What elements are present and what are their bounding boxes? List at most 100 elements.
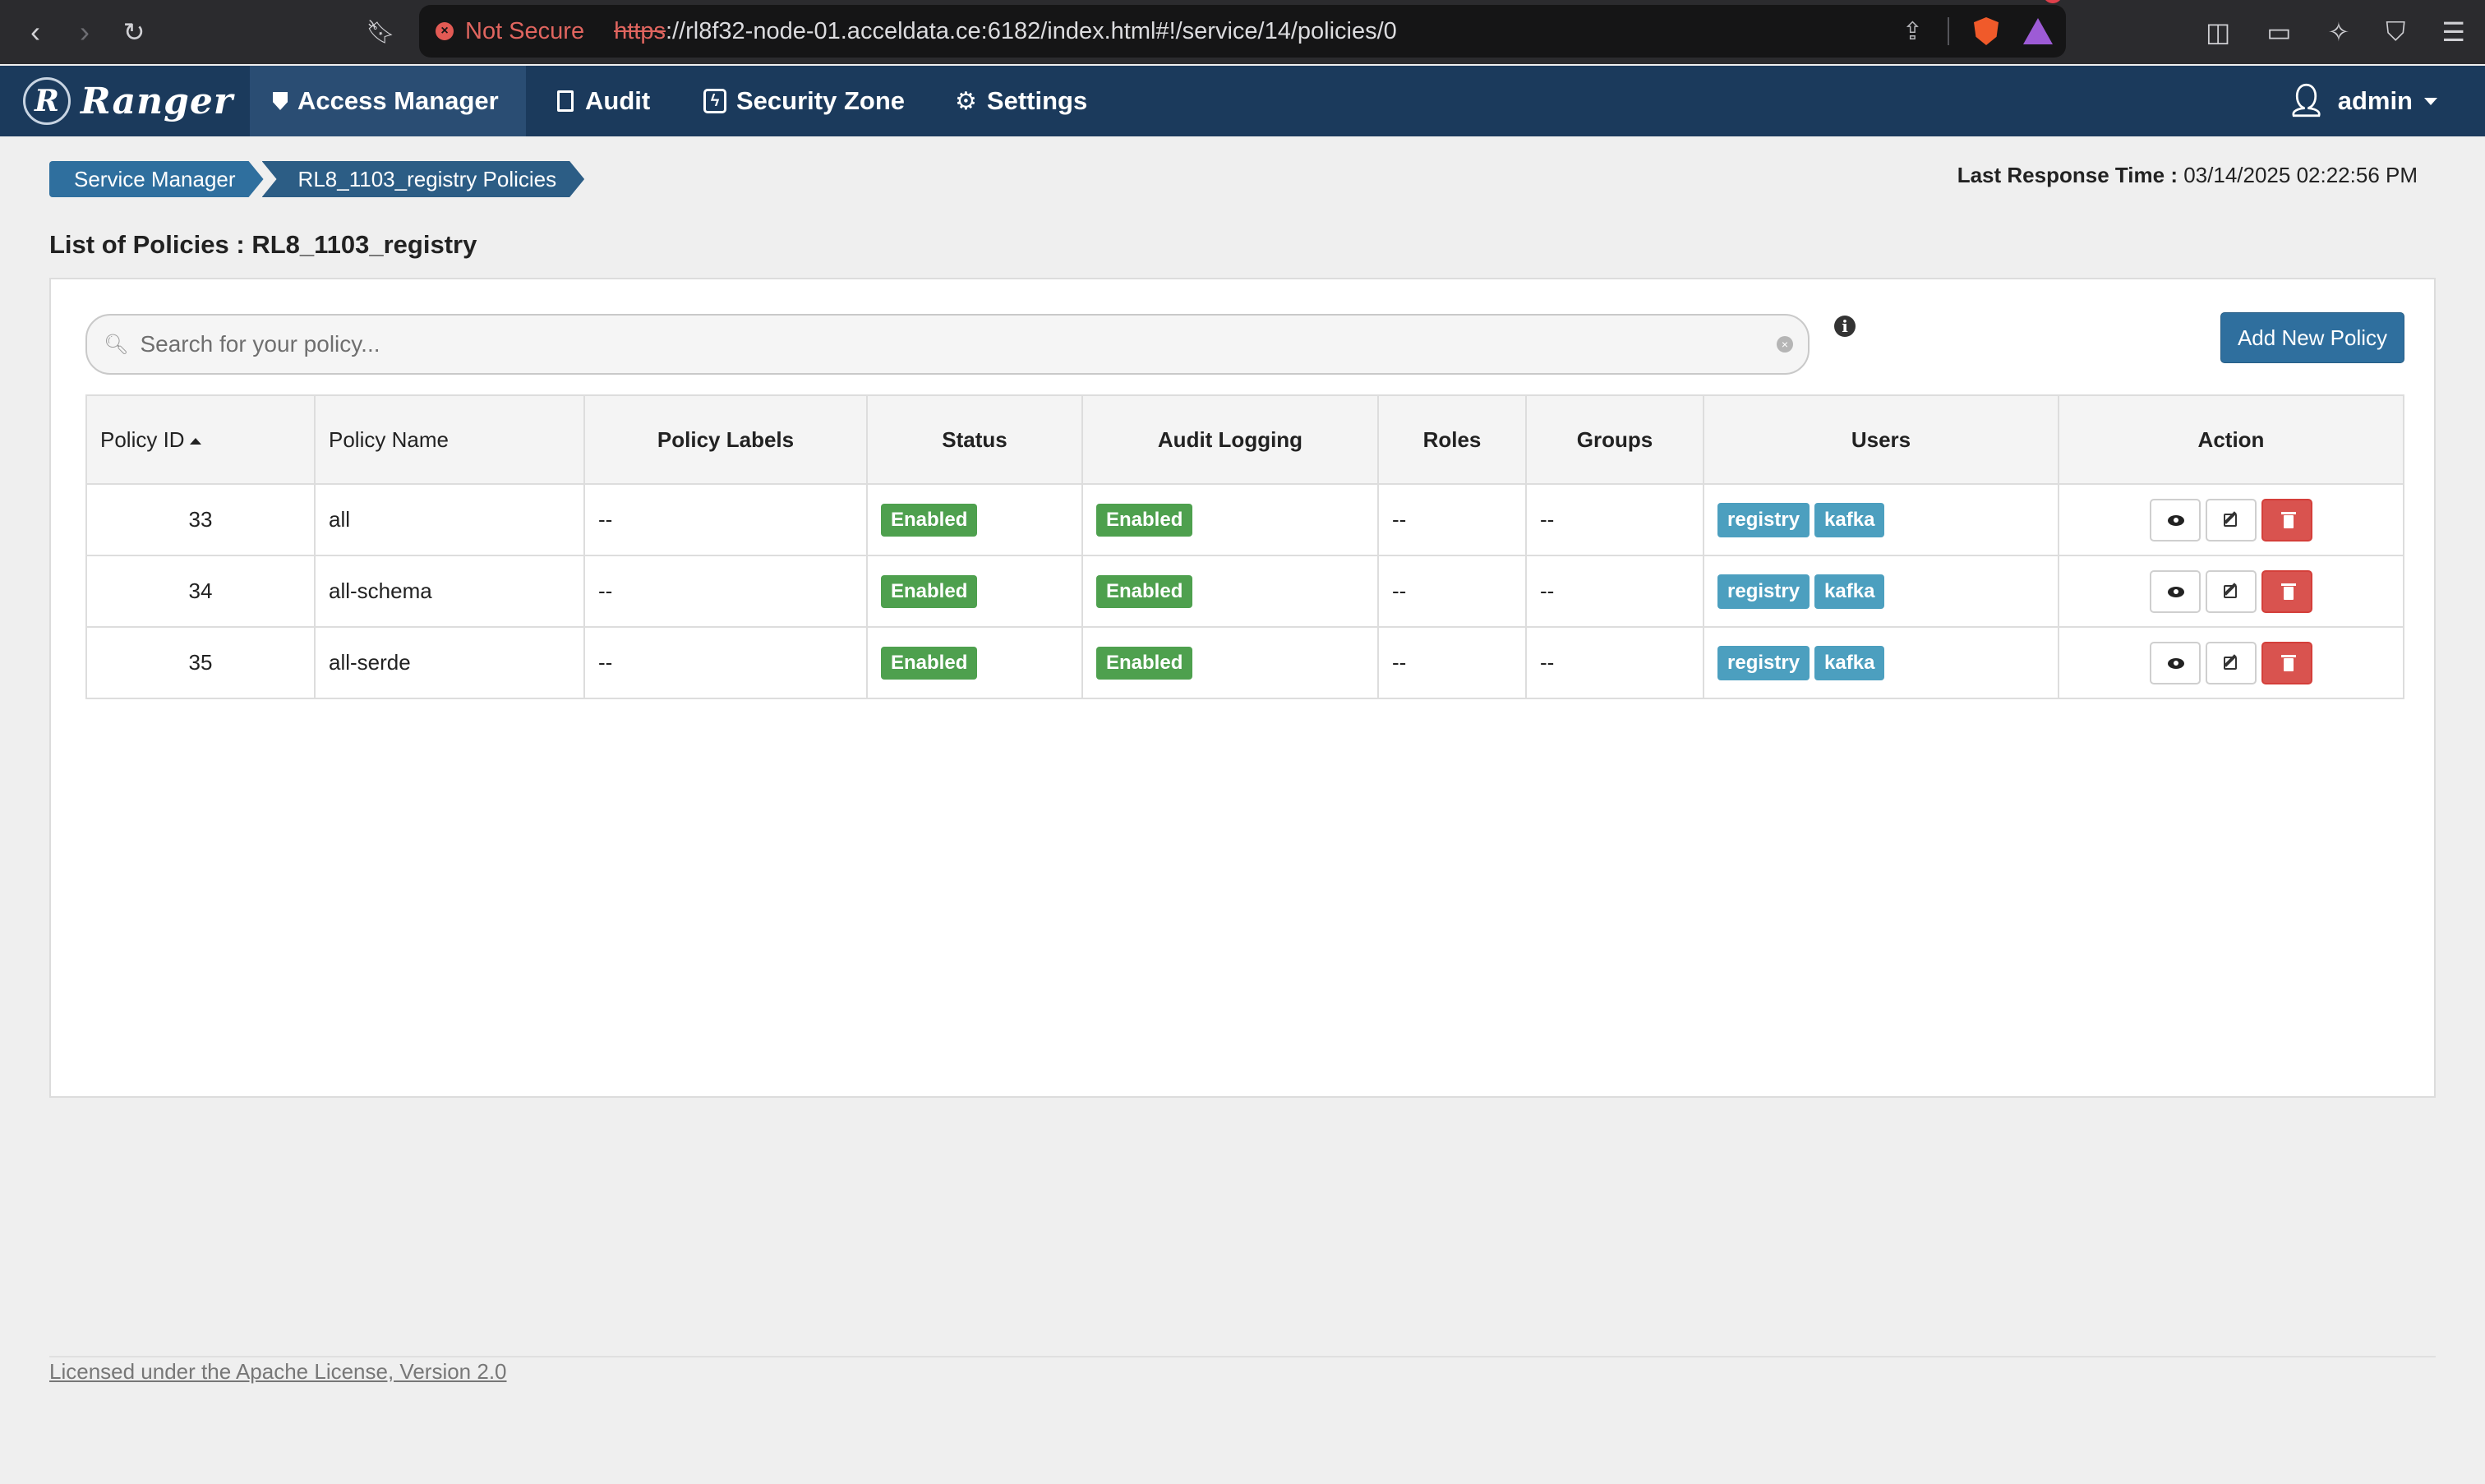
nav-label: Settings xyxy=(986,86,1088,115)
warning-icon: × xyxy=(436,22,454,40)
column-header-action: Action xyxy=(2058,394,2404,485)
audit-cell: Enabled xyxy=(1081,483,1379,556)
edit-policy-button[interactable] xyxy=(2206,641,2257,684)
nav-label: Audit xyxy=(585,86,651,115)
user-icon: 👤︎ xyxy=(2286,84,2326,118)
breadcrumb-policies[interactable]: RL8_1103_registry Policies xyxy=(262,161,585,197)
address-bar[interactable]: × Not Secure https://rl8f32-node-01.acce… xyxy=(419,0,2066,58)
groups: -- xyxy=(1525,483,1704,556)
column-header-policy-id[interactable]: Policy ID xyxy=(85,394,316,485)
brand[interactable]: R Ranger xyxy=(23,74,233,128)
view-policy-button[interactable] xyxy=(2150,641,2201,684)
roles: -- xyxy=(1377,555,1527,628)
url-text: ://rl8f32-node-01.acceldata.ce:6182/inde… xyxy=(665,17,1397,44)
nav-audit[interactable]: Audit xyxy=(534,66,673,136)
wallet-icon[interactable]: ▭ xyxy=(2266,16,2291,48)
brave-shield-icon[interactable] xyxy=(1974,17,1999,45)
footer-divider xyxy=(49,1356,2436,1357)
breadcrumb: Service Manager RL8_1103_registry Polici… xyxy=(49,161,584,197)
leo-ai-icon[interactable]: ✧ xyxy=(2327,16,2349,48)
back-icon[interactable]: ‹ xyxy=(15,12,56,53)
edit-policy-button[interactable] xyxy=(2206,569,2257,613)
column-header-status: Status xyxy=(866,394,1083,485)
edit-policy-button[interactable] xyxy=(2206,498,2257,542)
column-header-roles: Roles xyxy=(1377,394,1527,485)
page-title: List of Policies : RL8_1103_registry xyxy=(49,230,477,259)
policy-id-link[interactable]: 33 xyxy=(85,483,316,556)
username: admin xyxy=(2337,86,2413,115)
not-secure-label: Not Secure xyxy=(465,17,585,44)
add-new-policy-button[interactable]: Add New Policy xyxy=(2220,312,2404,363)
share-icon[interactable]: ⇪ xyxy=(1902,17,1923,46)
notification-badge: 1 xyxy=(2043,0,2063,3)
url-scheme: https xyxy=(614,17,666,44)
reload-icon[interactable]: ↻ xyxy=(113,12,154,53)
view-policy-button[interactable] xyxy=(2150,569,2201,613)
search-icon: 🔍︎ xyxy=(104,333,129,356)
forward-icon[interactable]: › xyxy=(64,12,105,53)
policy-labels: -- xyxy=(583,483,868,556)
policies-table: Policy ID Policy Name Policy Labels Stat… xyxy=(85,394,2404,699)
chevron-down-icon xyxy=(2424,97,2437,105)
user-tag: registry xyxy=(1717,574,1810,609)
status-badge: Enabled xyxy=(881,646,978,680)
delete-policy-button[interactable] xyxy=(2261,641,2312,684)
table-header-row: Policy ID Policy Name Policy Labels Stat… xyxy=(85,394,2404,485)
actions-cell xyxy=(2058,555,2404,628)
gear-icon: ⚙ xyxy=(955,87,977,115)
policy-name: all xyxy=(314,483,585,556)
search-box[interactable]: 🔍︎ × xyxy=(85,314,1810,375)
status-cell: Enabled xyxy=(866,483,1083,556)
audit-logging-badge: Enabled xyxy=(1096,503,1193,537)
brand-name: Ranger xyxy=(81,80,234,122)
audit-logging-badge: Enabled xyxy=(1096,646,1193,680)
nav-label: Security Zone xyxy=(736,86,905,115)
actions-cell xyxy=(2058,626,2404,699)
shield-icon xyxy=(273,92,288,110)
audit-cell: Enabled xyxy=(1081,555,1379,628)
clear-icon[interactable]: × xyxy=(1777,336,1793,353)
divider xyxy=(1948,17,1949,45)
last-response-label: Last Response Time : xyxy=(1957,163,2178,187)
status-cell: Enabled xyxy=(866,555,1083,628)
info-icon[interactable]: i xyxy=(1834,316,1856,337)
bookmark-icon[interactable]: 🔖︎ xyxy=(360,12,401,53)
nav-label: Access Manager xyxy=(297,86,499,115)
column-header-policy-labels: Policy Labels xyxy=(583,394,868,485)
roles: -- xyxy=(1377,483,1527,556)
sort-ascending-icon xyxy=(189,437,201,445)
breadcrumb-service-manager[interactable]: Service Manager xyxy=(49,161,264,197)
user-tag: kafka xyxy=(1814,645,1885,680)
column-header-policy-name[interactable]: Policy Name xyxy=(314,394,585,485)
nav-settings[interactable]: ⚙ Settings xyxy=(932,66,1110,136)
table-row: 33 all -- Enabled Enabled -- -- registry… xyxy=(85,483,2404,556)
nav-security-zone[interactable]: ϟ Security Zone xyxy=(680,66,928,136)
users-cell: registry kafka xyxy=(1703,626,2059,699)
table-row: 35 all-serde -- Enabled Enabled -- -- re… xyxy=(85,626,2404,699)
policy-id-link[interactable]: 34 xyxy=(85,555,316,628)
top-navbar: R Ranger Access Manager Audit ϟ Security… xyxy=(0,66,2485,136)
license-link[interactable]: Licensed under the Apache License, Versi… xyxy=(49,1359,507,1385)
ranger-logo-icon: R xyxy=(23,77,71,125)
last-response-time: Last Response Time : 03/14/2025 02:22:56… xyxy=(1957,163,2418,188)
delete-policy-button[interactable] xyxy=(2261,498,2312,542)
column-label: Policy ID xyxy=(100,426,185,452)
policy-id-link[interactable]: 35 xyxy=(85,626,316,699)
nav-access-manager[interactable]: Access Manager xyxy=(250,66,526,136)
user-menu[interactable]: 👤︎ admin xyxy=(2286,66,2437,136)
sidebar-icon[interactable]: ◫ xyxy=(2206,16,2230,48)
delete-policy-button[interactable] xyxy=(2261,569,2312,613)
user-tag: registry xyxy=(1717,502,1810,537)
status-cell: Enabled xyxy=(866,626,1083,699)
groups: -- xyxy=(1525,555,1704,628)
audit-logging-badge: Enabled xyxy=(1096,574,1193,608)
status-badge: Enabled xyxy=(881,574,978,608)
rewards-icon[interactable]: 1 xyxy=(2023,0,2063,44)
view-policy-button[interactable] xyxy=(2150,498,2201,542)
policy-name: all-schema xyxy=(314,555,585,628)
menu-icon[interactable]: ☰ xyxy=(2441,16,2465,48)
policy-labels: -- xyxy=(583,555,868,628)
groups: -- xyxy=(1525,626,1704,699)
vpn-icon[interactable]: ⛉ xyxy=(2386,16,2405,48)
search-input[interactable] xyxy=(138,330,1777,358)
